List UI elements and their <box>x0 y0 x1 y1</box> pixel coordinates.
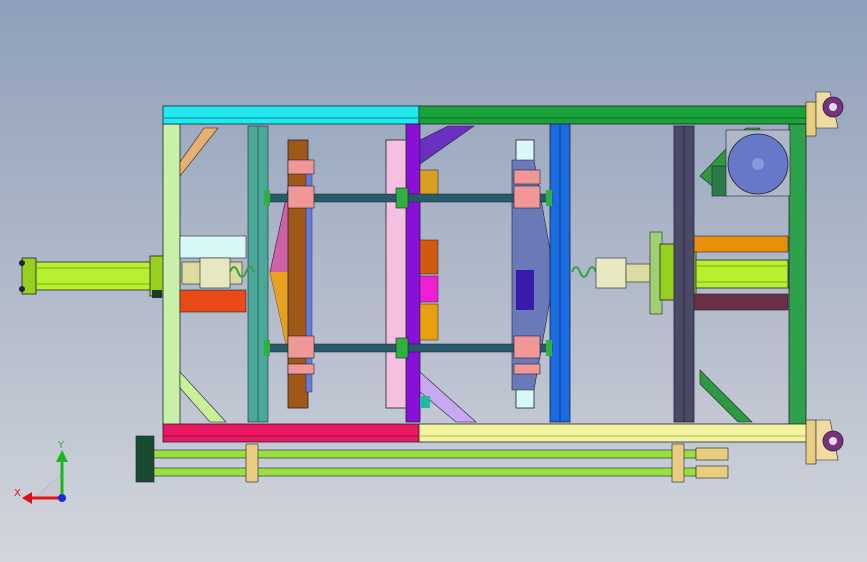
triad-z-axis <box>58 494 66 502</box>
triad-x-arrow <box>22 492 32 504</box>
coordinate-triad: Y X <box>14 440 68 504</box>
cad-viewport[interactable]: Y X <box>0 0 867 562</box>
triad-x-label: X <box>14 488 21 499</box>
triad-y-label: Y <box>57 440 65 451</box>
triad-xy-plane <box>33 473 63 499</box>
triad-y-arrow <box>56 450 68 462</box>
